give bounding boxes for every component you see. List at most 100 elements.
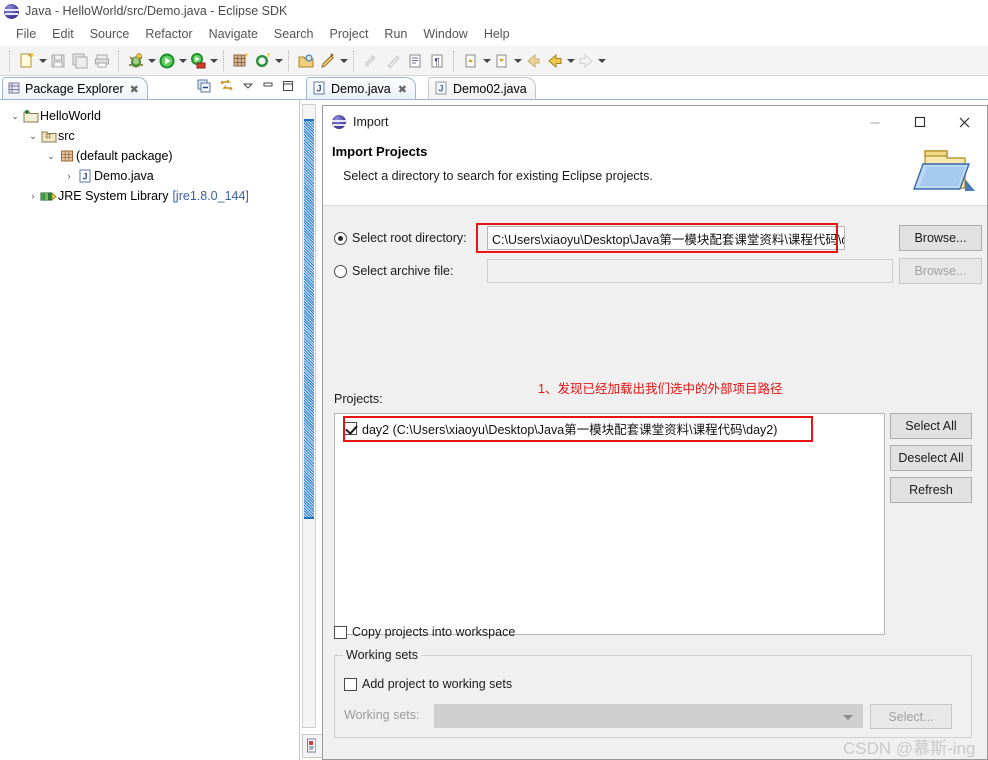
- refresh-button[interactable]: Refresh: [890, 477, 972, 503]
- collapse-all-icon[interactable]: [197, 79, 211, 96]
- menu-run[interactable]: Run: [376, 27, 415, 41]
- menu-help[interactable]: Help: [476, 27, 518, 41]
- svg-text:J: J: [316, 83, 321, 93]
- close-button[interactable]: [942, 106, 987, 138]
- copy-projects-row[interactable]: Copy projects into workspace: [334, 625, 515, 639]
- tree-item-demo-java[interactable]: › J Demo.java: [0, 166, 300, 186]
- root-directory-label: Select root directory:: [352, 231, 467, 245]
- new-java-package-icon[interactable]: [230, 50, 252, 72]
- browse-label: Browse...: [914, 231, 967, 245]
- package-explorer-tabrow: Package Explorer ✖: [0, 76, 300, 100]
- tree-item-jre-system-library[interactable]: › JRE System Library [jre1.8.0_144]: [0, 186, 300, 206]
- debug-dropdown-icon[interactable]: [147, 50, 156, 72]
- forward-nav-icon: [575, 50, 597, 72]
- root-directory-radio[interactable]: [334, 231, 347, 245]
- new-wizard-icon[interactable]: [16, 50, 38, 72]
- previous-annotation-icon[interactable]: [460, 50, 482, 72]
- package-explorer-tree[interactable]: ⌄ HelloWorld ⌄ src ⌄ (default package) ›…: [0, 104, 300, 760]
- import-folder-icon: [911, 141, 979, 199]
- menu-project[interactable]: Project: [322, 27, 377, 41]
- pilcrow-icon: ¶: [426, 50, 448, 72]
- debug-icon[interactable]: [125, 50, 147, 72]
- window-titlebar: Java - HelloWorld/src/Demo.java - Eclips…: [0, 0, 988, 22]
- tab-demo-java[interactable]: J Demo.java ✖: [306, 77, 416, 100]
- new-java-class-dropdown-icon[interactable]: [274, 50, 283, 72]
- close-icon[interactable]: ✖: [398, 83, 407, 96]
- backward-nav-icon[interactable]: [544, 50, 566, 72]
- working-sets-group: Working sets Add project to working sets…: [334, 648, 972, 738]
- save-all-icon: [69, 50, 91, 72]
- menu-window[interactable]: Window: [415, 27, 475, 41]
- run-external-icon[interactable]: [187, 50, 209, 72]
- open-type-icon[interactable]: [295, 50, 317, 72]
- menubar: File Edit Source Refactor Navigate Searc…: [0, 22, 988, 46]
- scrollbar-thumb[interactable]: [304, 119, 314, 519]
- link-with-editor-icon[interactable]: [219, 79, 234, 96]
- next-annotation-icon[interactable]: [491, 50, 513, 72]
- menu-search[interactable]: Search: [266, 27, 322, 41]
- archive-file-row: Select archive file: Browse...: [334, 258, 982, 284]
- tree-item-helloworld[interactable]: ⌄ HelloWorld: [0, 106, 300, 126]
- tree-label: HelloWorld: [40, 109, 101, 123]
- menu-navigate[interactable]: Navigate: [201, 27, 266, 41]
- deselect-all-button[interactable]: Deselect All: [890, 445, 972, 471]
- tab-package-explorer[interactable]: Package Explorer ✖: [2, 77, 148, 100]
- chevron-down-icon[interactable]: ⌄: [26, 131, 40, 142]
- project-checkbox[interactable]: [344, 421, 357, 435]
- search-dropdown-icon[interactable]: [339, 50, 348, 72]
- maximize-button[interactable]: [897, 106, 942, 138]
- outline-view-icon[interactable]: [302, 734, 324, 758]
- minimize-icon[interactable]: [262, 80, 274, 95]
- backward-dropdown-icon[interactable]: [566, 50, 575, 72]
- previous-annotation-dropdown-icon[interactable]: [482, 50, 491, 72]
- maximize-icon[interactable]: [282, 80, 294, 95]
- deselect-all-label: Deselect All: [898, 451, 964, 465]
- dialog-header: Import Projects Select a directory to se…: [323, 138, 987, 206]
- chevron-down-icon[interactable]: ⌄: [8, 111, 22, 122]
- run-icon[interactable]: [156, 50, 178, 72]
- project-list-item[interactable]: day2 (C:\Users\xiaoyu\Desktop\Java第一模块配套…: [335, 418, 884, 438]
- search-icon[interactable]: [317, 50, 339, 72]
- tree-item-default-package[interactable]: ⌄ (default package): [0, 146, 300, 166]
- editor-vertical-scrollbar[interactable]: [302, 104, 316, 728]
- new-java-class-icon[interactable]: [252, 50, 274, 72]
- new-wizard-dropdown-icon[interactable]: [38, 50, 47, 72]
- chevron-right-icon[interactable]: ›: [62, 171, 76, 181]
- tree-item-src[interactable]: ⌄ src: [0, 126, 300, 146]
- working-sets-select-button: Select...: [870, 704, 952, 729]
- eclipse-logo-icon: [332, 115, 347, 129]
- archive-file-radio[interactable]: [334, 264, 347, 278]
- annotation-path-loaded: 1、发现已经加载出我们选中的外部项目路径: [538, 382, 783, 396]
- menu-file[interactable]: File: [8, 27, 44, 41]
- copy-projects-checkbox[interactable]: [334, 625, 347, 639]
- run-external-dropdown-icon[interactable]: [209, 50, 218, 72]
- tab-demo02-java[interactable]: J Demo02.java: [428, 77, 536, 100]
- view-menu-icon[interactable]: [242, 80, 254, 95]
- eclipse-window: Java - HelloWorld/src/Demo.java - Eclips…: [0, 0, 988, 760]
- menu-source[interactable]: Source: [82, 27, 138, 41]
- add-to-working-sets-row[interactable]: Add project to working sets: [344, 677, 512, 691]
- forward-dropdown-icon[interactable]: [597, 50, 606, 72]
- select-all-button[interactable]: Select All: [890, 413, 972, 439]
- copy-projects-label: Copy projects into workspace: [352, 625, 516, 639]
- close-icon[interactable]: ✖: [130, 83, 139, 96]
- minimize-button[interactable]: [852, 106, 897, 138]
- java-file-icon: J: [76, 169, 94, 183]
- root-directory-input[interactable]: C:\Users\xiaoyu\Desktop\Java第一模块配套课堂资料\课…: [487, 226, 845, 250]
- root-directory-browse-button[interactable]: Browse...: [899, 225, 982, 251]
- toolbar-separator: [288, 50, 290, 71]
- package-explorer-toolbar: [197, 79, 294, 96]
- browse-label: Browse...: [914, 264, 967, 278]
- next-annotation-dropdown-icon[interactable]: [513, 50, 522, 72]
- menu-refactor[interactable]: Refactor: [137, 27, 200, 41]
- working-sets-combo-label: Working sets:: [344, 708, 420, 722]
- menu-edit[interactable]: Edit: [44, 27, 82, 41]
- run-dropdown-icon[interactable]: [178, 50, 187, 72]
- chevron-down-icon[interactable]: ⌄: [44, 151, 58, 162]
- dialog-heading: Import Projects: [332, 144, 428, 159]
- chevron-right-icon[interactable]: ›: [26, 191, 40, 201]
- projects-listbox[interactable]: day2 (C:\Users\xiaoyu\Desktop\Java第一模块配套…: [334, 413, 885, 635]
- add-to-working-sets-checkbox[interactable]: [344, 677, 357, 691]
- toolbar-separator: [118, 50, 120, 71]
- svg-text:J: J: [82, 172, 87, 182]
